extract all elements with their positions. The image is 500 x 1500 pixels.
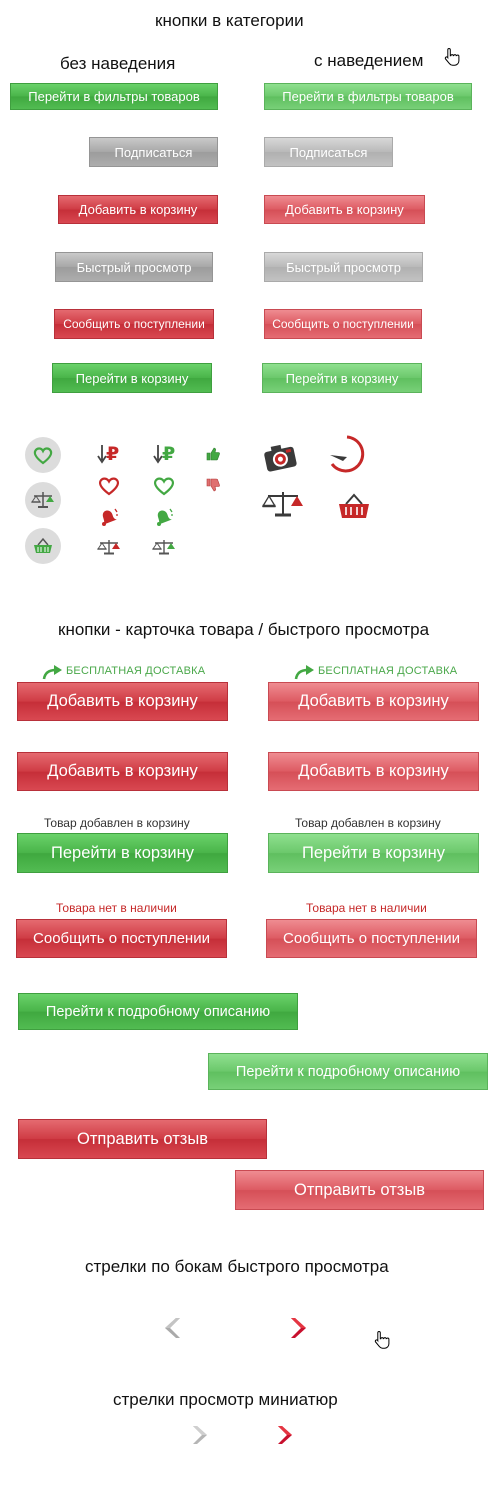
free-delivery-label-hover: БЕСПЛАТНАЯ ДОСТАВКА — [318, 665, 458, 677]
bell-icon-green — [152, 506, 174, 528]
heart-icon — [33, 447, 53, 465]
scales-icon-green — [152, 538, 176, 556]
favorite-circle-button[interactable] — [25, 437, 61, 473]
ruble-icon-red: ₽ — [106, 444, 120, 465]
product-go-to-cart-button[interactable]: Перейти в корзину — [17, 833, 228, 873]
add-to-cart-button-hover[interactable]: Добавить в корзину — [264, 195, 425, 224]
chevron-left-icon[interactable] — [161, 1317, 183, 1339]
added-to-cart-note-hover: Товар добавлен в корзину — [295, 816, 441, 830]
details-button-hover[interactable]: Перейти к подробному описанию — [208, 1053, 488, 1090]
free-delivery-label: БЕСПЛАТНАЯ ДОСТАВКА — [66, 665, 206, 677]
compare-circle-button[interactable] — [25, 482, 61, 518]
subscribe-button[interactable]: Подписаться — [89, 137, 218, 167]
hand-cursor-icon — [444, 47, 460, 67]
go-to-cart-button[interactable]: Перейти в корзину — [52, 363, 212, 393]
loading-spinner-icon — [326, 434, 366, 474]
column-title-hover: с наведением — [314, 51, 424, 70]
curved-arrow-icon — [42, 664, 64, 680]
product-add-to-cart-button-2-hover[interactable]: Добавить в корзину — [268, 752, 479, 791]
added-to-cart-note: Товар добавлен в корзину — [44, 816, 190, 830]
product-notify-button[interactable]: Сообщить о поступлении — [16, 919, 227, 958]
quick-view-button[interactable]: Быстрый просмотр — [55, 252, 213, 282]
curved-arrow-icon-hover — [294, 664, 316, 680]
basket-icon — [34, 537, 52, 553]
details-button[interactable]: Перейти к подробному описанию — [18, 993, 298, 1030]
notify-button-hover[interactable]: Сообщить о поступлении — [264, 309, 422, 339]
column-title-no-hover: без наведения — [60, 54, 176, 73]
scales-icon-red — [97, 538, 121, 556]
out-of-stock-note-hover: Товара нет в наличии — [306, 901, 427, 915]
cart-circle-button[interactable] — [25, 528, 61, 564]
thumb-chevron-right-gray-icon[interactable] — [191, 1425, 211, 1445]
filters-button[interactable]: Перейти в фильтры товаров — [10, 83, 218, 110]
filters-button-hover[interactable]: Перейти в фильтры товаров — [264, 83, 472, 110]
section-title-product: кнопки - карточка товара / быстрого прос… — [58, 620, 430, 639]
camera-icon — [262, 440, 300, 474]
send-review-button[interactable]: Отправить отзыв — [18, 1119, 267, 1159]
subscribe-button-hover[interactable]: Подписаться — [264, 137, 393, 167]
heart-icon-red — [97, 475, 121, 497]
section-title-category: кнопки в категории — [155, 11, 304, 30]
section-title-thumb-arrows: стрелки просмотр миниатюр — [113, 1390, 338, 1409]
go-to-cart-button-hover[interactable]: Перейти в корзину — [262, 363, 422, 393]
quick-view-button-hover[interactable]: Быстрый просмотр — [264, 252, 423, 282]
out-of-stock-note: Товара нет в наличии — [56, 901, 177, 915]
thumbs-down-icon — [206, 478, 220, 492]
section-title-quick-arrows: стрелки по бокам быстрого просмотра — [85, 1257, 389, 1276]
product-add-to-cart-button-hover[interactable]: Добавить в корзину — [268, 682, 479, 721]
ruble-icon-green: ₽ — [162, 444, 176, 465]
send-review-button-hover[interactable]: Отправить отзыв — [235, 1170, 484, 1210]
product-go-to-cart-button-hover[interactable]: Перейти в корзину — [268, 833, 479, 873]
product-add-to-cart-button[interactable]: Добавить в корзину — [17, 682, 228, 721]
compare-scales-icon — [262, 489, 304, 519]
scales-icon — [31, 492, 54, 508]
thumbs-up-icon — [206, 447, 220, 461]
product-add-to-cart-button-2[interactable]: Добавить в корзину — [17, 752, 228, 791]
hand-cursor-icon-2 — [374, 1330, 390, 1350]
chevron-right-icon[interactable] — [288, 1317, 310, 1339]
add-to-cart-button[interactable]: Добавить в корзину — [58, 195, 218, 224]
heart-icon-green — [152, 475, 176, 497]
product-notify-button-hover[interactable]: Сообщить о поступлении — [266, 919, 477, 958]
cart-basket-icon — [337, 492, 371, 520]
notify-button[interactable]: Сообщить о поступлении — [54, 309, 214, 339]
bell-icon-red — [97, 506, 119, 528]
thumb-chevron-right-red-icon[interactable] — [276, 1425, 296, 1445]
